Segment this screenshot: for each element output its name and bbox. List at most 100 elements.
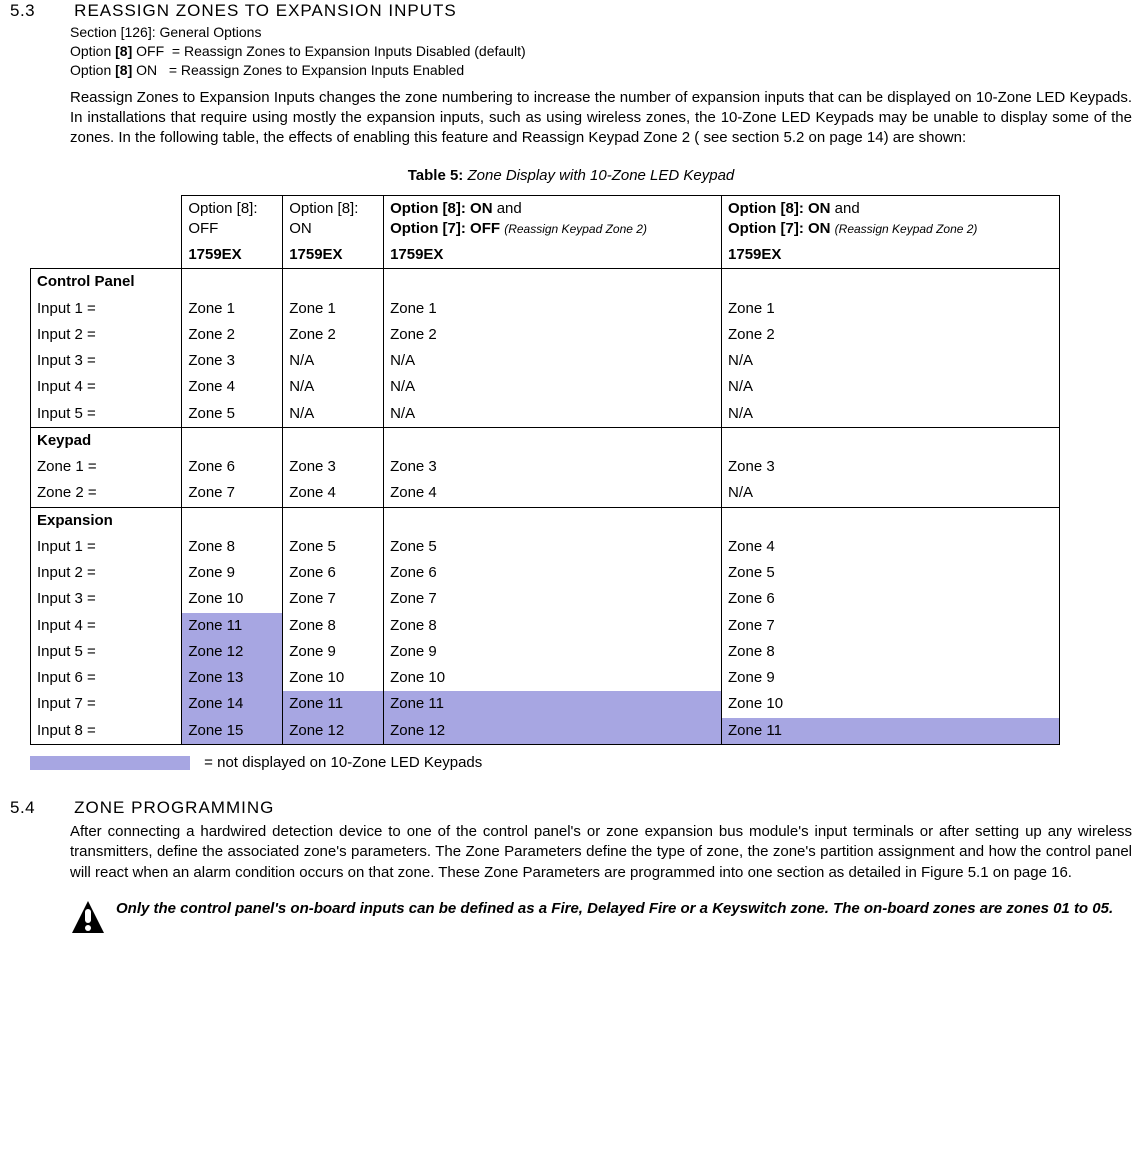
cell: Zone 10	[384, 665, 722, 691]
cell: Zone 2	[283, 322, 384, 348]
row-label: Zone 1 =	[31, 454, 182, 480]
table-header-row-2: 1759EX 1759EX 1759EX 1759EX	[31, 242, 1060, 269]
table-row: Input 4 =Zone 4N/AN/AN/A	[31, 374, 1060, 400]
cell: Zone 3	[722, 454, 1060, 480]
cell: N/A	[283, 374, 384, 400]
hdr-col1: Option [8]: OFF	[182, 195, 283, 242]
section-subtitle: Section [126]: General Options	[70, 23, 1132, 42]
hdr-model-3: 1759EX	[384, 242, 722, 269]
cell: Zone 2	[182, 322, 283, 348]
cell: Zone 7	[384, 586, 722, 612]
cell: Zone 15	[182, 718, 283, 745]
section-heading: 5.4 ZONE PROGRAMMING	[10, 797, 1132, 820]
row-label: Input 1 =	[31, 534, 182, 560]
opt-rest: ON = Reassign Zones to Expansion Inputs …	[132, 62, 464, 78]
table-row: Zone 2 =Zone 7Zone 4Zone 4N/A	[31, 480, 1060, 507]
table-row: Input 7 =Zone 14Zone 11Zone 11Zone 10	[31, 691, 1060, 717]
section-5-4: 5.4 ZONE PROGRAMMING After connecting a …	[10, 797, 1132, 943]
cell: Zone 9	[384, 639, 722, 665]
option-line-off: Option [8] OFF = Reassign Zones to Expan…	[70, 42, 1132, 61]
cell: Zone 8	[384, 613, 722, 639]
cell: N/A	[722, 401, 1060, 428]
hdr-model-4: 1759EX	[722, 242, 1060, 269]
section-number: 5.3	[10, 0, 70, 23]
cell: Zone 1	[722, 296, 1060, 322]
cell: Zone 1	[283, 296, 384, 322]
cell: Zone 5	[384, 534, 722, 560]
row-label: Input 4 =	[31, 374, 182, 400]
section-paragraph: After connecting a hardwired detection d…	[70, 822, 1132, 883]
table-group-title-row: Keypad	[31, 427, 1060, 454]
cell: Zone 9	[722, 665, 1060, 691]
cell: Zone 9	[182, 560, 283, 586]
row-label: Input 2 =	[31, 322, 182, 348]
hdr-col2: Option [8]: ON	[283, 195, 384, 242]
cell: Zone 11	[722, 718, 1060, 745]
cell: Zone 3	[182, 348, 283, 374]
legend-text: = not displayed on 10-Zone LED Keypads	[204, 754, 482, 771]
option-line-on: Option [8] ON = Reassign Zones to Expans…	[70, 61, 1132, 80]
table-row: Input 6 =Zone 13Zone 10Zone 10Zone 9	[31, 665, 1060, 691]
row-label: Input 6 =	[31, 665, 182, 691]
opt-bold: [8]	[115, 62, 132, 78]
table-row: Input 3 =Zone 3N/AN/AN/A	[31, 348, 1060, 374]
row-label: Input 3 =	[31, 348, 182, 374]
table-row: Input 1 =Zone 1Zone 1Zone 1Zone 1	[31, 296, 1060, 322]
cell: Zone 11	[182, 613, 283, 639]
cell: Zone 5	[283, 534, 384, 560]
table-row: Input 2 =Zone 9Zone 6Zone 6Zone 5	[31, 560, 1060, 586]
cell: Zone 6	[384, 560, 722, 586]
hdr-col3: Option [8]: ON and Option [7]: OFF (Reas…	[384, 195, 722, 242]
warning-note: Only the control panel's on-board inputs…	[70, 899, 1132, 943]
caption-italic: Zone Display with 10-Zone LED Keypad	[467, 167, 734, 184]
opt-bold: [8]	[115, 43, 132, 59]
table-row: Input 5 =Zone 5N/AN/AN/A	[31, 401, 1060, 428]
cell: Zone 11	[283, 691, 384, 717]
cell: Zone 2	[384, 322, 722, 348]
cell: Zone 6	[182, 454, 283, 480]
cell: Zone 12	[384, 718, 722, 745]
cell: Zone 7	[283, 586, 384, 612]
section-title: ZONE PROGRAMMING	[74, 797, 274, 820]
cell: N/A	[283, 348, 384, 374]
section-5-3: 5.3 REASSIGN ZONES TO EXPANSION INPUTS S…	[10, 0, 1132, 148]
row-label: Input 5 =	[31, 639, 182, 665]
section-heading: 5.3 REASSIGN ZONES TO EXPANSION INPUTS	[10, 0, 1132, 23]
cell: Zone 4	[182, 374, 283, 400]
section-number: 5.4	[10, 797, 70, 820]
row-label: Input 2 =	[31, 560, 182, 586]
hdr-model-2: 1759EX	[283, 242, 384, 269]
row-label: Input 3 =	[31, 586, 182, 612]
row-label: Input 7 =	[31, 691, 182, 717]
table-header-row-1: Option [8]: OFF Option [8]: ON Option [8…	[31, 195, 1060, 242]
table-row: Input 3 =Zone 10Zone 7Zone 7Zone 6	[31, 586, 1060, 612]
row-label: Input 8 =	[31, 718, 182, 745]
cell: Zone 6	[283, 560, 384, 586]
cell: Zone 12	[283, 718, 384, 745]
cell: Zone 4	[384, 480, 722, 507]
cell: N/A	[722, 374, 1060, 400]
table-row: Input 4 =Zone 11Zone 8Zone 8Zone 7	[31, 613, 1060, 639]
cell: N/A	[384, 348, 722, 374]
cell: Zone 3	[384, 454, 722, 480]
opt-prefix: Option	[70, 43, 115, 59]
table-group-title-row: Expansion	[31, 507, 1060, 534]
group-title: Keypad	[31, 427, 182, 454]
cell: Zone 10	[722, 691, 1060, 717]
cell: Zone 5	[722, 560, 1060, 586]
cell: Zone 11	[384, 691, 722, 717]
table-row: Input 8 =Zone 15Zone 12Zone 12Zone 11	[31, 718, 1060, 745]
cell: Zone 2	[722, 322, 1060, 348]
section-title: REASSIGN ZONES TO EXPANSION INPUTS	[74, 0, 457, 23]
table-legend: = not displayed on 10-Zone LED Keypads	[30, 753, 1132, 773]
warning-icon	[70, 899, 106, 943]
caption-bold: Table 5:	[408, 167, 468, 184]
table-row: Input 2 =Zone 2Zone 2Zone 2Zone 2	[31, 322, 1060, 348]
cell: Zone 1	[182, 296, 283, 322]
section-paragraph: Reassign Zones to Expansion Inputs chang…	[70, 88, 1132, 149]
cell: Zone 7	[182, 480, 283, 507]
cell: Zone 8	[182, 534, 283, 560]
cell: Zone 14	[182, 691, 283, 717]
cell: Zone 10	[182, 586, 283, 612]
opt-rest: OFF = Reassign Zones to Expansion Inputs…	[132, 43, 525, 59]
